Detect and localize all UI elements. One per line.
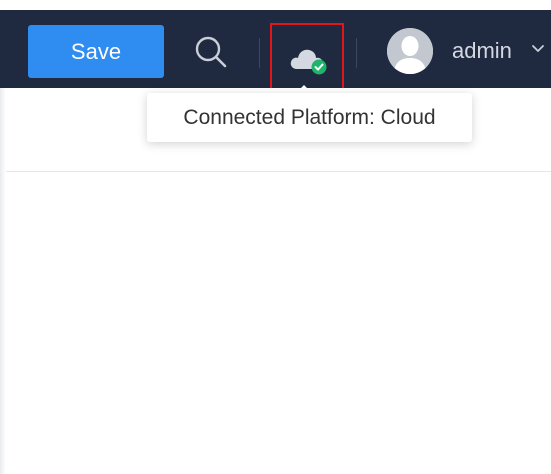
chevron-down-icon[interactable] [531, 44, 545, 54]
cloud-check-icon [290, 49, 327, 75]
content-edge [0, 88, 6, 474]
app-page: Save admin Connected Platform: Cloud [0, 0, 551, 474]
toolbar-divider [259, 38, 260, 68]
user-avatar-icon [387, 28, 433, 74]
search-icon [195, 36, 227, 68]
toolbar-divider [356, 38, 357, 68]
user-name[interactable]: admin [452, 36, 512, 66]
search-button[interactable] [193, 34, 229, 70]
platform-tooltip: Connected Platform: Cloud [147, 93, 472, 142]
avatar[interactable] [387, 28, 433, 74]
top-toolbar: Save admin [0, 10, 551, 96]
save-button[interactable]: Save [28, 25, 164, 78]
